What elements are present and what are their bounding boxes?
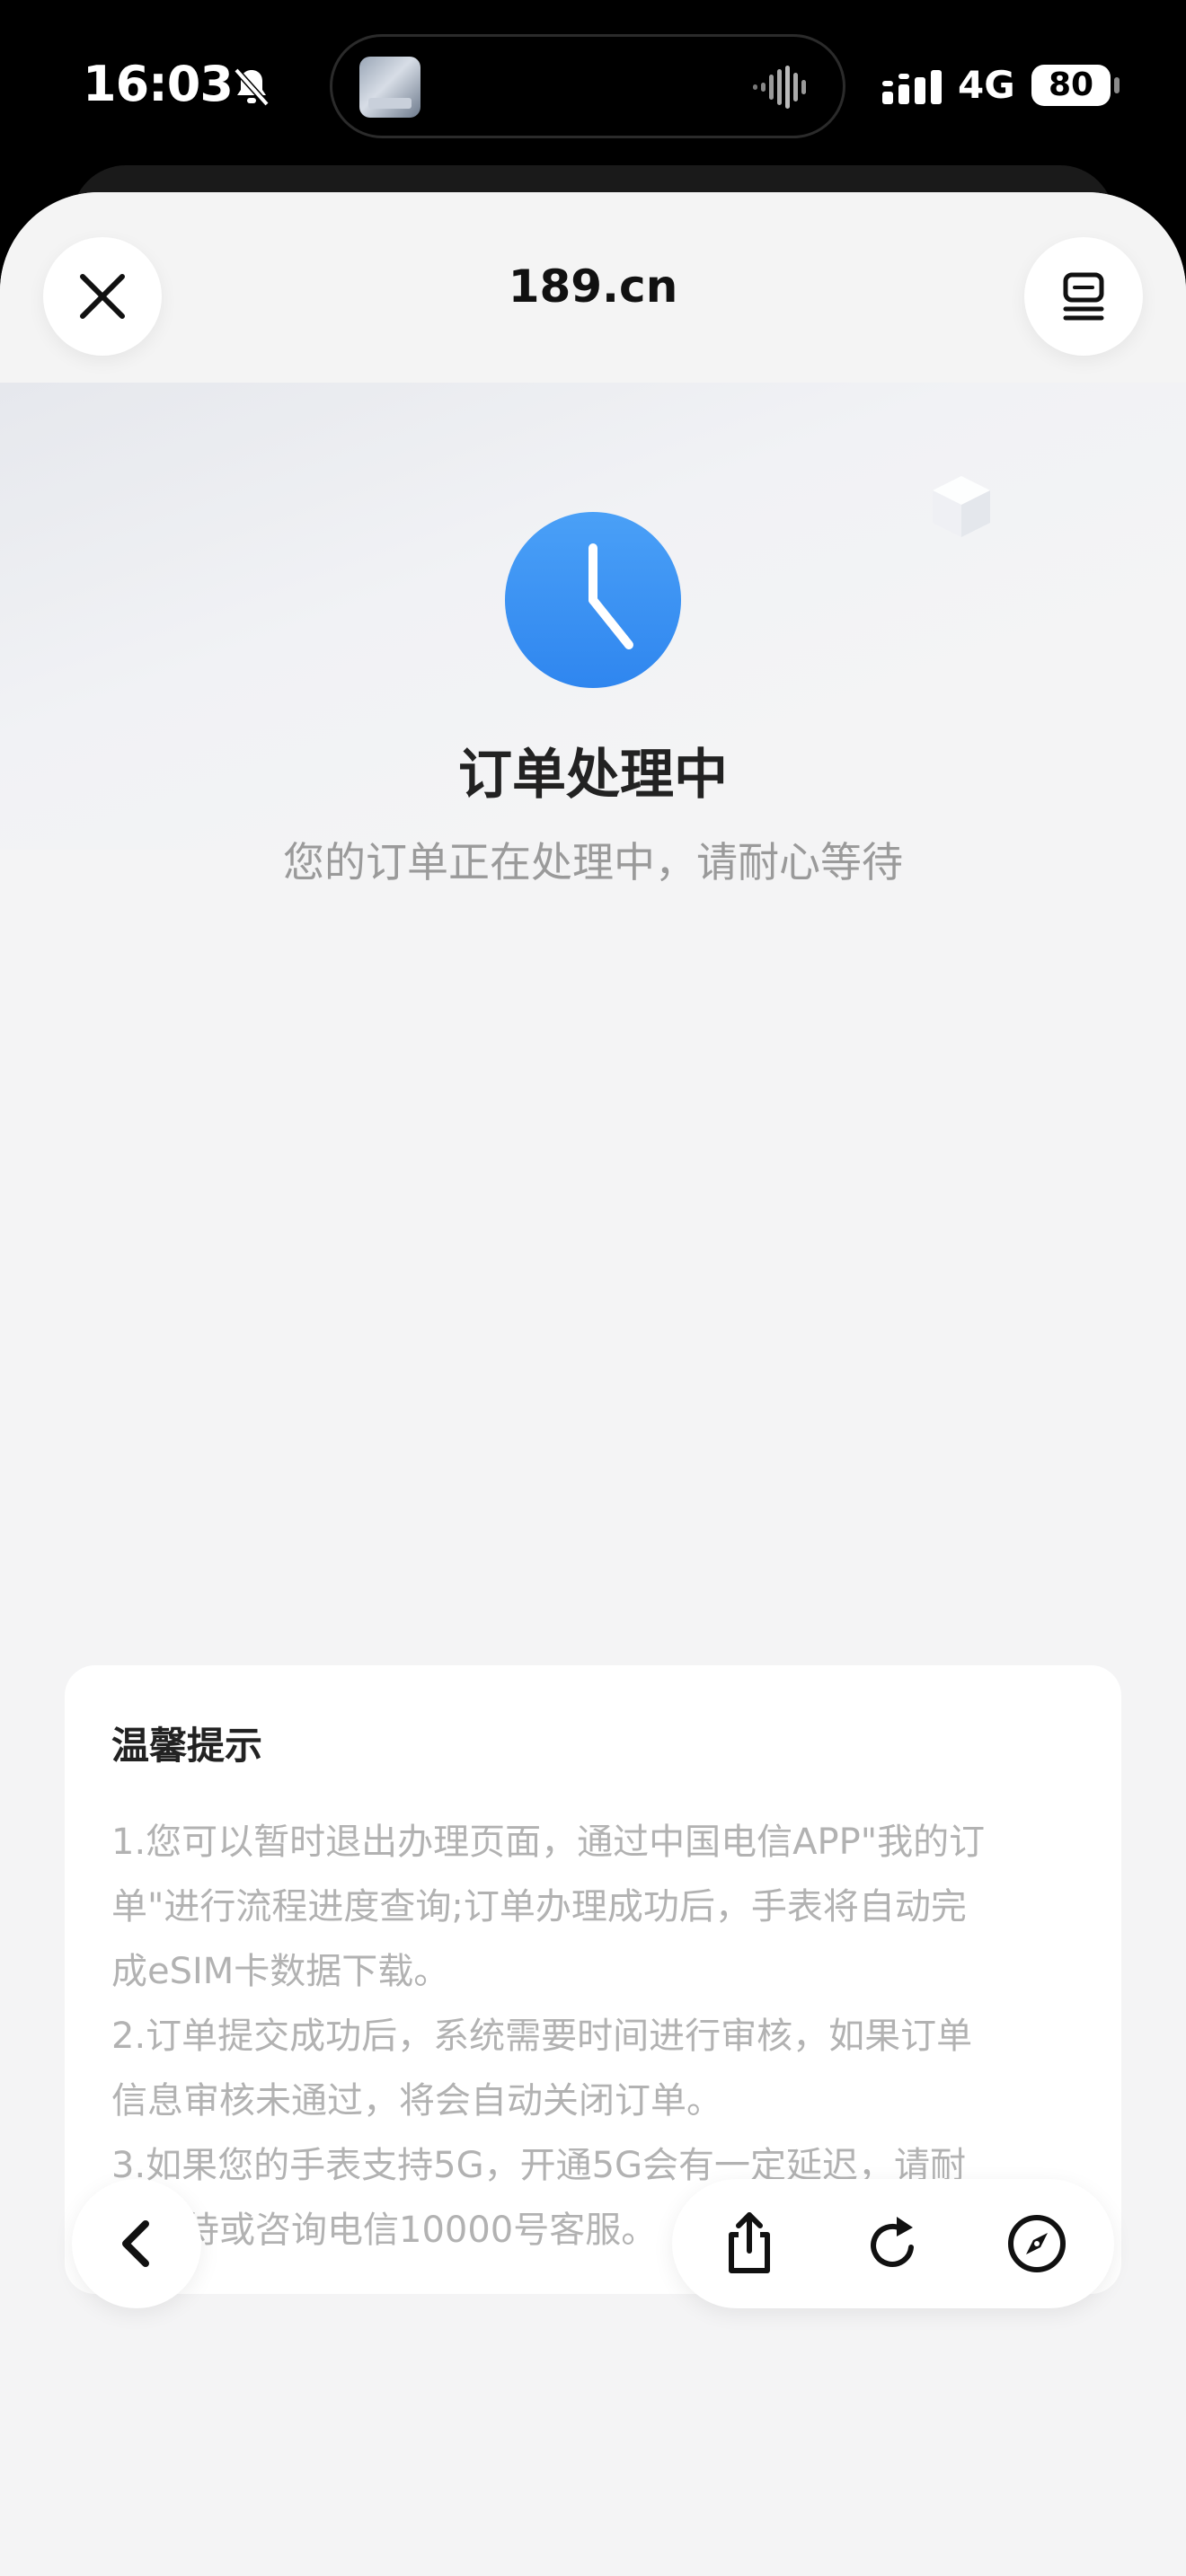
order-status-subtitle: 您的订单正在处理中，请耐心等待 — [283, 838, 903, 887]
status-bar: 16:03 4G 80 — [0, 0, 1186, 189]
browser-toolbar — [672, 2179, 1114, 2308]
tips-line: 信息审核未通过，将会自动关闭订单。 — [111, 2080, 722, 2122]
order-status-title: 订单处理中 — [458, 744, 728, 807]
site-title: 189.cn — [508, 260, 678, 313]
cellular-signal-icon — [882, 70, 942, 104]
tips-line: 单"进行流程进度查询;订单办理成功后，手表将自动完 — [111, 1886, 967, 1928]
tips-line: 1.您可以暂时退出办理页面，通过中国电信APP"我的订 — [111, 1822, 986, 1863]
silent-bell-icon — [234, 67, 270, 107]
chevron-left-icon — [122, 2220, 149, 2267]
compass-icon[interactable] — [1005, 2211, 1069, 2276]
now-playing-artwork — [359, 57, 420, 118]
tips-title: 温馨提示 — [111, 1724, 263, 1768]
share-icon[interactable] — [717, 2211, 782, 2276]
clock-icon — [505, 512, 681, 688]
decorative-cube-icon — [933, 476, 990, 537]
battery-level: 80 — [1031, 65, 1111, 106]
reload-icon[interactable] — [861, 2211, 925, 2276]
browser-sheet: 189.cn 订单处理中 您的订单正在处理中，请耐心等待 温馨提示 1.您可以暂… — [0, 192, 1186, 2576]
audio-wave-icon — [753, 66, 806, 109]
status-time: 16:03 — [83, 56, 234, 112]
network-type: 4G — [958, 63, 1015, 107]
dynamic-island[interactable] — [330, 34, 845, 138]
tips-line: 2.订单提交成功后，系统需要时间进行审核，如果订单 — [111, 2016, 973, 2057]
tabs-icon — [1063, 272, 1104, 321]
battery-nub — [1114, 77, 1120, 93]
tips-line: 成eSIM卡数据下载。 — [111, 1951, 450, 1992]
tabs-button[interactable] — [1024, 237, 1143, 356]
browser-top-bar: 189.cn — [0, 192, 1186, 383]
back-button[interactable] — [72, 2179, 201, 2308]
